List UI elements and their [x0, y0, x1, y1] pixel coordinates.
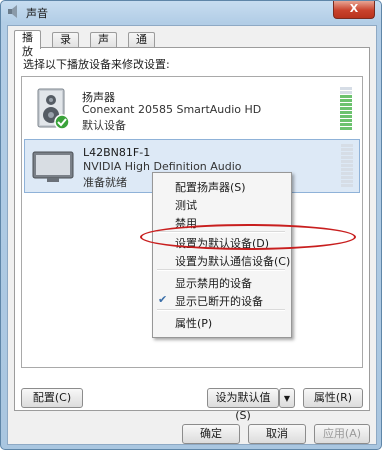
device-description: Conexant 20585 SmartAudio HD [82, 103, 262, 116]
default-check-icon [54, 114, 70, 130]
cancel-button[interactable]: 取消 [248, 424, 306, 444]
set-default-button[interactable]: 设为默认值(S) [207, 388, 279, 422]
menu-item-set-default-device[interactable]: 设置为默认设备(D) [175, 235, 269, 251]
menu-separator [157, 231, 285, 233]
speaker-icon [8, 5, 17, 18]
device-status: 准备就绪 [83, 176, 127, 189]
volume-level-meter [341, 144, 353, 188]
title-bar[interactable]: 声音 X [1, 1, 381, 23]
properties-button[interactable]: 属性(R) [303, 388, 363, 408]
tv-monitor-icon [32, 151, 74, 182]
configure-button[interactable]: 配置(C) [21, 388, 83, 408]
device-status: 默认设备 [82, 119, 126, 132]
menu-item-show-disconnected[interactable]: 显示已断开的设备 [158, 293, 263, 309]
device-item-speakers[interactable]: 扬声器 Conexant 20585 SmartAudio HD 默认设备 [24, 83, 358, 135]
set-default-dropdown-button[interactable]: ▼ [279, 388, 295, 408]
menu-item-set-default-communication[interactable]: 设置为默认通信设备(C) [175, 253, 290, 269]
volume-level-meter [340, 87, 352, 131]
tab-recording[interactable]: 录制 [52, 32, 79, 60]
close-button[interactable]: X [333, 1, 375, 19]
menu-separator [157, 309, 285, 311]
device-name: L42BN81F-1 [83, 146, 151, 159]
menu-separator [157, 269, 285, 271]
apply-button[interactable]: 应用(A) [314, 424, 370, 444]
menu-item-disable[interactable]: 禁用 [175, 215, 197, 231]
tab-communications[interactable]: 通信 [128, 32, 155, 60]
menu-item-configure-speakers[interactable]: 配置扬声器(S) [175, 179, 246, 195]
speaker-icon [37, 88, 70, 130]
chevron-down-icon: ▼ [283, 394, 291, 403]
tab-playback[interactable]: 播放 [14, 30, 41, 58]
window-title: 声音 [26, 7, 48, 20]
device-context-menu: 配置扬声器(S) 测试 禁用 设置为默认设备(D) 设置为默认通信设备(C) 显… [152, 172, 292, 338]
menu-item-show-disabled[interactable]: 显示禁用的设备 [175, 275, 252, 291]
menu-item-properties[interactable]: 属性(P) [175, 315, 212, 331]
ok-button[interactable]: 确定 [182, 424, 240, 444]
instruction-text: 选择以下播放设备来修改设置: [23, 58, 170, 71]
tab-sounds[interactable]: 声音 [90, 32, 117, 60]
menu-item-test[interactable]: 测试 [175, 197, 197, 213]
